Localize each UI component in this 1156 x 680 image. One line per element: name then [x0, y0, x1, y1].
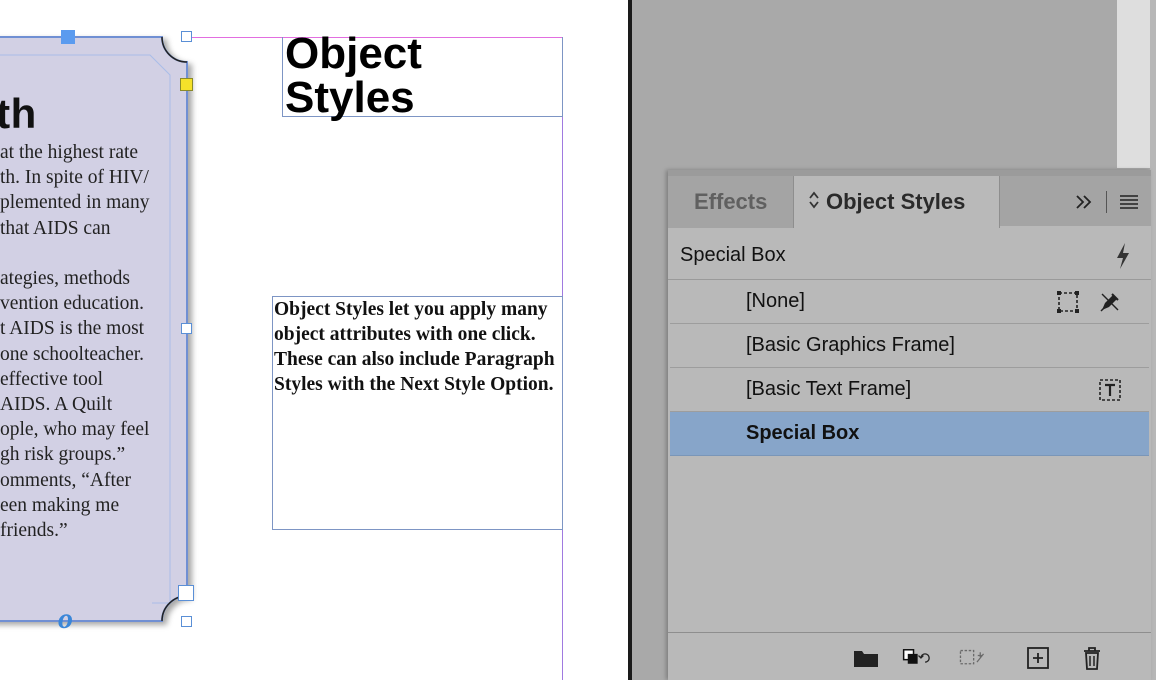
special-box-text-line: one schoolteacher. [0, 343, 145, 365]
current-style-bar: Special Box [668, 232, 1151, 280]
style-row-label: [Basic Text Frame] [746, 378, 912, 400]
updown-arrows-icon [808, 191, 820, 214]
dashed-frame-icon [1057, 291, 1079, 313]
style-row-label: Special Box [746, 422, 860, 444]
double-chevron-right-icon[interactable] [1068, 186, 1100, 218]
panel-tab-strip: Effects Object Styles [668, 176, 1151, 228]
special-box-text-line: friends.” [0, 520, 68, 542]
current-style-name: Special Box [680, 244, 786, 266]
selection-handle-top-right[interactable] [181, 31, 192, 42]
pen-edit-icon [1100, 293, 1119, 312]
style-row-basic-graphics-frame[interactable]: [Basic Graphics Frame] [670, 324, 1149, 368]
clear-overrides-icon[interactable] [902, 645, 930, 671]
clear-attributes-icon[interactable] [958, 645, 986, 671]
title-line-2: Styles [285, 73, 415, 122]
hamburger-menu-icon[interactable] [1113, 186, 1145, 218]
special-box-text-line: omments, “After [0, 469, 132, 491]
overset-o-glyph: o [58, 602, 73, 635]
style-row-basic-text-frame[interactable]: [Basic Text Frame] [670, 368, 1149, 412]
special-box-text-line: t AIDS is the most [0, 318, 145, 340]
document-canvas[interactable]: uth at the highest rate th. In spite of H… [0, 0, 628, 680]
object-styles-list: [None] [Basic Graphics Frame] [Basic Tex… [670, 280, 1149, 630]
body-text: Object Styles let you apply many object … [274, 299, 555, 395]
new-style-icon[interactable] [1024, 645, 1052, 671]
selection-handle-middle-right[interactable] [181, 323, 192, 334]
object-styles-panel: Effects Object Styles Special Box [None] [668, 170, 1151, 680]
panel-footer [668, 632, 1151, 680]
special-box-text-line: vention education. [0, 293, 145, 315]
special-box-heading: uth [0, 90, 37, 137]
tab-effects[interactable]: Effects [668, 176, 793, 228]
text-frame-icon [1099, 379, 1121, 401]
corner-options-handle[interactable] [180, 78, 193, 91]
style-row-label: [None] [746, 290, 805, 312]
new-group-folder-icon[interactable] [852, 645, 880, 671]
vertical-scrollbar[interactable] [1117, 0, 1150, 168]
style-row-label: [Basic Graphics Frame] [746, 334, 955, 356]
selection-handle-top-center[interactable] [61, 30, 75, 44]
special-box-frame[interactable]: uth at the highest rate th. In spite of H… [0, 36, 188, 622]
title-text: Object Styles [285, 32, 422, 120]
style-row-special-box[interactable]: Special Box [670, 412, 1149, 456]
style-row-none[interactable]: [None] [670, 280, 1149, 324]
special-box-text-line: ategies, methods [0, 268, 130, 289]
tab-effects-label: Effects [694, 189, 768, 214]
special-box-text-line: plemented in many [0, 192, 150, 214]
delete-style-icon[interactable] [1078, 645, 1106, 671]
tab-object-styles[interactable]: Object Styles [793, 176, 1000, 228]
special-box-text-line: that AIDS can [0, 217, 111, 239]
body-text-frame[interactable]: Object Styles let you apply many object … [272, 296, 563, 530]
tab-tools-separator [1106, 191, 1107, 213]
panel-tab-tools [1068, 176, 1151, 228]
special-box-text-line: th. In spite of HIV/ [0, 167, 149, 189]
tab-object-styles-label: Object Styles [826, 189, 966, 214]
special-box-text-line: AIDS. A Quilt [0, 394, 113, 416]
special-box-text-line [0, 241, 140, 266]
lightning-bolt-icon[interactable] [1113, 242, 1133, 270]
special-box-text-line: at the highest rate [0, 142, 139, 163]
overset-text-port[interactable] [178, 585, 194, 601]
title-line-1: Object [285, 29, 422, 78]
special-box-text-line: een making me [0, 494, 120, 516]
title-text-frame[interactable]: Object Styles [282, 32, 563, 120]
special-box-text-line: effective tool [0, 368, 104, 390]
special-box-text: at the highest rate th. In spite of HIV/p… [0, 140, 150, 543]
selection-handle-bottom-right[interactable] [181, 616, 192, 627]
special-box-text-line: gh risk groups.” [0, 444, 126, 466]
special-box-text-line: ople, who may feel [0, 419, 150, 441]
